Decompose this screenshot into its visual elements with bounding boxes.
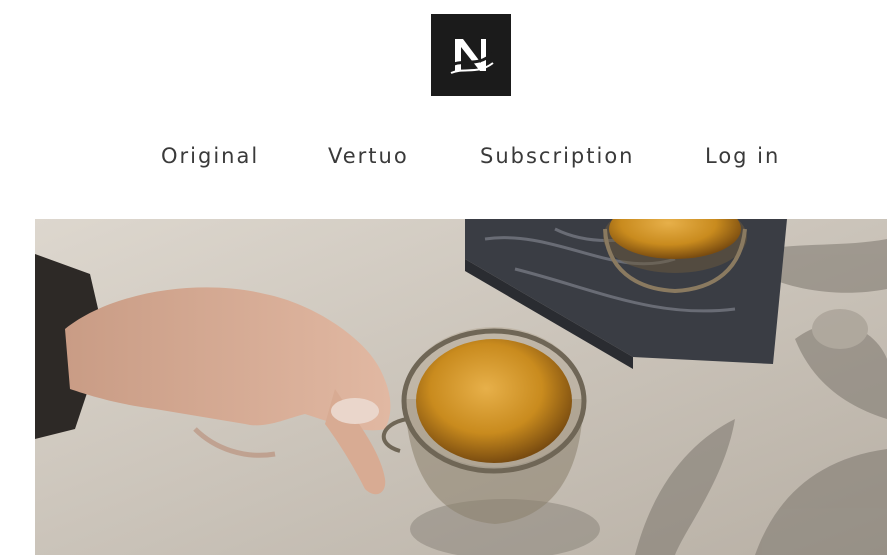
- logo-mark-icon: [448, 39, 495, 74]
- main-nav: Original Vertuo Subscription Log in: [0, 140, 887, 176]
- nav-item-subscription[interactable]: Subscription: [480, 144, 634, 168]
- hero-image[interactable]: [35, 219, 887, 555]
- nav-item-vertuo[interactable]: Vertuo: [328, 144, 409, 168]
- nav-item-original[interactable]: Original: [161, 144, 259, 168]
- brand-logo[interactable]: [431, 14, 511, 96]
- nav-item-log-in[interactable]: Log in: [705, 144, 780, 168]
